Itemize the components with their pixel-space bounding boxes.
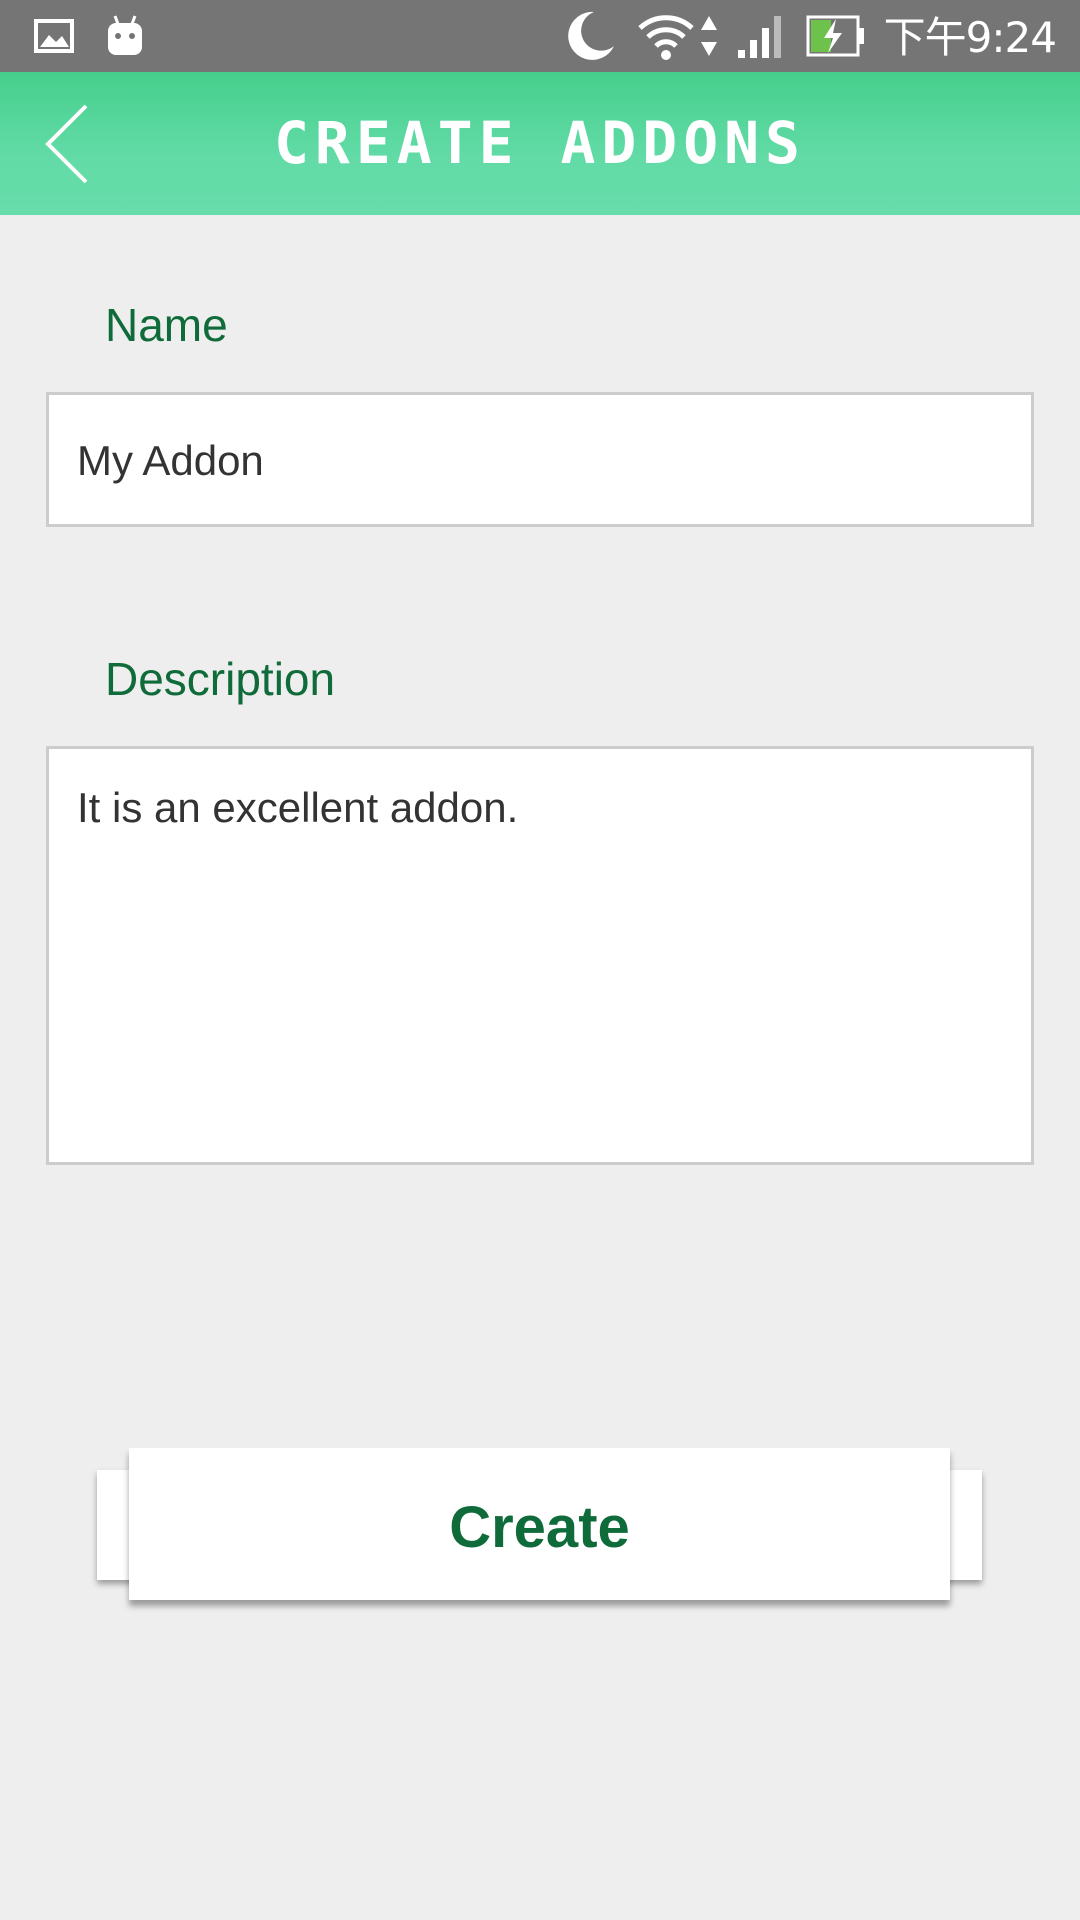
status-bar: 下午9:24: [0, 0, 1080, 72]
status-time: 下午9:24: [883, 13, 1057, 62]
android-icon: [106, 0, 144, 72]
description-label: Description: [105, 653, 336, 705]
name-input[interactable]: My Addon: [46, 392, 1034, 527]
signal-icon: [736, 0, 786, 72]
create-button-label: Create: [449, 1495, 630, 1560]
moon-icon: [564, 0, 616, 72]
create-button[interactable]: Create: [97, 1448, 982, 1600]
app-bar: CREATE ADDONS: [0, 72, 1080, 215]
page-title: CREATE ADDONS: [274, 109, 806, 177]
wifi-icon: [636, 0, 696, 72]
data-arrows-icon: [700, 0, 718, 72]
name-label: Name: [105, 299, 228, 351]
battery-charging-icon: [806, 0, 866, 72]
description-textarea[interactable]: It is an excellent addon.: [46, 746, 1034, 1165]
gallery-icon: [34, 0, 74, 72]
